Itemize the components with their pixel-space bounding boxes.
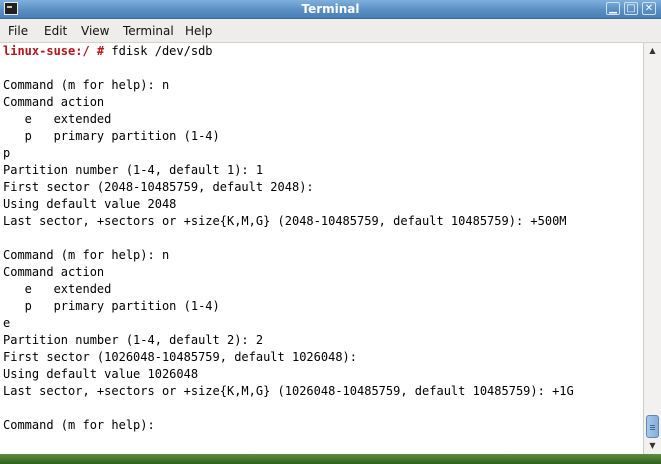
terminal-lines: linux-suse:/ # fdisk /dev/sdb Command (m… [0, 43, 643, 434]
terminal-line: Command (m for help): [3, 418, 155, 432]
maximize-icon[interactable]: □ [624, 2, 638, 15]
menu-view[interactable]: View [81, 24, 109, 38]
terminal-line: e extended [3, 112, 112, 126]
shell-prompt: linux-suse:/ # [3, 44, 105, 58]
menu-edit[interactable]: Edit [44, 24, 67, 38]
title-bar[interactable]: Terminal ▁ □ ✕ [0, 0, 661, 19]
terminal-line: Using default value 1026048 [3, 367, 199, 381]
scrollbar-thumb[interactable] [646, 415, 659, 438]
terminal-line: Command action [3, 95, 105, 109]
grip-line [650, 425, 655, 426]
terminal-line: First sector (1026048-10485759, default … [3, 350, 358, 364]
terminal-output[interactable]: linux-suse:/ # fdisk /dev/sdb Command (m… [0, 43, 643, 454]
minimize-icon[interactable]: ▁ [606, 2, 620, 15]
terminal-line: First sector (2048-10485759, default 204… [3, 180, 314, 194]
terminal-line: Partition number (1-4, default 1): 1 [3, 163, 264, 177]
vertical-scrollbar[interactable]: ▲ ▼ [643, 43, 661, 454]
terminal-line: Last sector, +sectors or +size{K,M,G} (2… [3, 214, 567, 228]
command-text: fdisk /dev/sdb [104, 44, 213, 58]
terminal-line: p primary partition (1-4) [3, 299, 220, 313]
window-controls: ▁ □ ✕ [606, 2, 656, 15]
grip-line [650, 427, 655, 428]
close-icon[interactable]: ✕ [642, 2, 656, 15]
command-line: linux-suse:/ # fdisk /dev/sdb [3, 43, 643, 60]
grip-line [650, 429, 655, 430]
terminal-line: Using default value 2048 [3, 197, 177, 211]
scroll-up-arrow-icon[interactable]: ▲ [644, 43, 661, 59]
menu-bar: File Edit View Terminal Help [0, 19, 661, 43]
terminal-line: e extended [3, 282, 112, 296]
menu-terminal[interactable]: Terminal [123, 24, 174, 38]
scroll-down-arrow-icon[interactable]: ▼ [644, 438, 661, 454]
terminal-line: p primary partition (1-4) [3, 129, 220, 143]
taskbar [0, 454, 661, 464]
window-title: Terminal [301, 2, 360, 16]
terminal-line: e [3, 316, 11, 330]
terminal-line: Last sector, +sectors or +size{K,M,G} (1… [3, 384, 574, 398]
terminal-line: p [3, 146, 11, 160]
terminal-line: Command (m for help): n [3, 78, 170, 92]
menu-file[interactable]: File [8, 24, 28, 38]
terminal-line: Partition number (1-4, default 2): 2 [3, 333, 264, 347]
terminal-line: Command action [3, 265, 105, 279]
terminal-line: Command (m for help): n [3, 248, 170, 262]
menu-help[interactable]: Help [185, 24, 212, 38]
